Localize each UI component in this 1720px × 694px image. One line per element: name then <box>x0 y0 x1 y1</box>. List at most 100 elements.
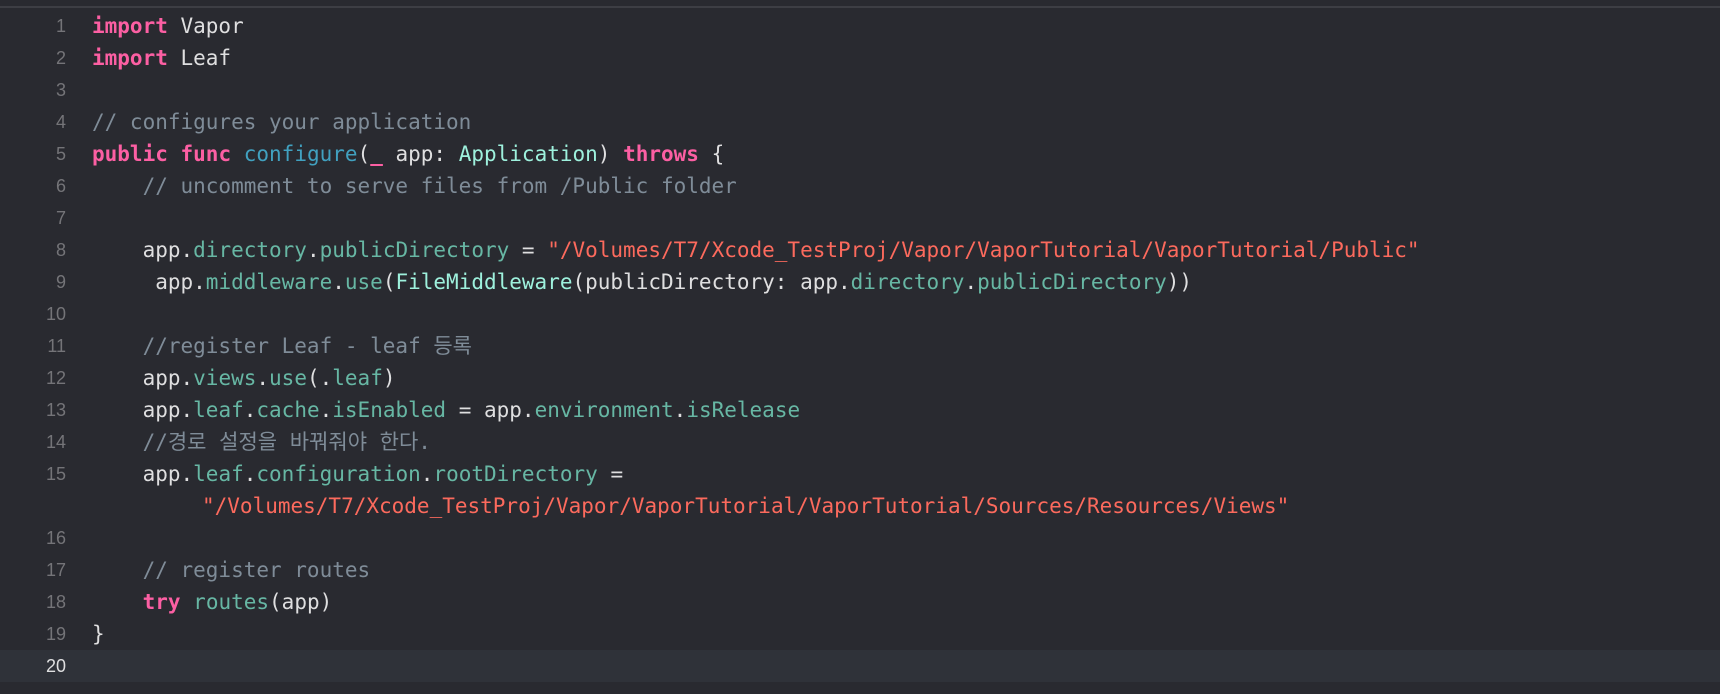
code-line[interactable]: 4 // configures your application <box>0 106 1720 138</box>
token-property: isEnabled <box>332 398 447 422</box>
current-code-line[interactable]: 20 <box>0 650 1720 682</box>
token-property: directory <box>193 238 307 262</box>
code-line[interactable]: 1 import Vapor <box>0 10 1720 42</box>
token-property: isRelease <box>686 398 801 422</box>
token-property: environment <box>534 398 674 422</box>
code-line[interactable]: 9 app.middleware.use(FileMiddleware(publ… <box>0 266 1720 298</box>
line-number: 16 <box>45 528 66 548</box>
code-area[interactable]: 1 import Vapor 2 import Leaf 3 4 // conf… <box>0 10 1720 682</box>
token-text: ) <box>382 366 396 390</box>
code-line[interactable]: 18 try routes(app) <box>0 586 1720 618</box>
line-number: 15 <box>45 464 66 484</box>
token-property: publicDirectory <box>977 270 1167 294</box>
token-keyword: _ <box>370 142 383 166</box>
token-string-wrapped: "/Volumes/T7/Xcode_TestProj/Vapor/VaporT… <box>202 494 1290 518</box>
token-comment: // configures your application <box>92 110 472 134</box>
token-property: leaf <box>193 398 244 422</box>
token-keyword: func <box>180 142 232 166</box>
token-text: . <box>332 270 345 294</box>
line-content[interactable]: import Leaf <box>92 42 231 74</box>
code-line[interactable]: 17 // register routes <box>0 554 1720 586</box>
code-line[interactable]: 3 <box>0 74 1720 106</box>
line-content[interactable]: app.leaf.cache.isEnabled = app.environme… <box>92 394 801 426</box>
token-comment: // uncomment to serve files from /Public… <box>92 174 737 198</box>
token-property: cache <box>256 398 320 422</box>
token-function-name: configure <box>243 142 358 166</box>
line-content[interactable]: app.views.use(.leaf) <box>92 362 396 394</box>
token-property: configuration <box>256 462 421 486</box>
line-number: 7 <box>55 208 66 228</box>
token-text: (. <box>306 366 333 390</box>
line-number: 9 <box>55 272 66 292</box>
token-text: = <box>509 238 548 262</box>
code-line[interactable]: 11 //register Leaf - leaf 등록 <box>0 330 1720 362</box>
token-text: app. <box>92 366 194 390</box>
token-comment: // register routes <box>92 558 371 582</box>
line-number: 17 <box>45 560 66 580</box>
token-property: leaf <box>193 462 244 486</box>
code-editor[interactable]: 1 import Vapor 2 import Leaf 3 4 // conf… <box>0 0 1720 694</box>
token-text: app. <box>92 238 194 262</box>
line-number: 5 <box>55 144 66 164</box>
line-content[interactable]: // register routes <box>92 554 371 586</box>
token-keyword: public <box>92 142 168 166</box>
code-line[interactable]: 13 app.leaf.cache.isEnabled = app.enviro… <box>0 394 1720 426</box>
line-number: 6 <box>55 176 66 196</box>
token-text: app. <box>92 462 194 486</box>
code-line[interactable]: 6 // uncomment to serve files from /Publ… <box>0 170 1720 202</box>
line-content[interactable]: app.leaf.configuration.rootDirectory = <box>92 458 624 490</box>
code-line[interactable]: 19 } <box>0 618 1720 650</box>
token-text: = app. <box>446 398 535 422</box>
line-number: 1 <box>55 16 66 36</box>
token-text: . <box>306 238 320 262</box>
token-text: . <box>319 398 333 422</box>
code-line[interactable]: 8 app.directory.publicDirectory = "/Volu… <box>0 234 1720 266</box>
line-number: 20 <box>45 656 66 676</box>
line-content[interactable]: try routes(app) <box>92 586 333 618</box>
line-number: 12 <box>45 368 66 388</box>
line-content[interactable]: app.middleware.use(FileMiddleware(public… <box>92 266 1192 298</box>
line-content[interactable]: } <box>92 618 105 650</box>
token-string: "/Volumes/T7/Xcode_TestProj/Vapor/VaporT… <box>547 238 1420 262</box>
token-text: ( <box>357 142 371 166</box>
token-property: leaf <box>332 366 383 390</box>
line-number: 11 <box>47 336 66 356</box>
token-text: Leaf <box>167 46 232 70</box>
token-comment: //register Leaf - leaf 등록 <box>92 334 473 358</box>
line-content[interactable]: public func configure(_ app: Application… <box>92 138 724 170</box>
code-line[interactable]: 16 <box>0 522 1720 554</box>
line-content[interactable]: //register Leaf - leaf 등록 <box>92 330 472 362</box>
token-text: . <box>256 366 270 390</box>
token-keyword: throws <box>623 142 699 166</box>
code-line[interactable]: 15 app.leaf.configuration.rootDirectory … <box>0 458 1720 522</box>
line-content[interactable]: //경로 설정을 바꿔줘야 한다. <box>92 426 431 458</box>
line-number: 18 <box>45 592 66 612</box>
token-text: } <box>92 622 105 646</box>
token-comment: //경로 설정을 바꿔줘야 한다. <box>92 430 431 454</box>
line-number: 2 <box>55 48 66 68</box>
code-line[interactable]: 10 <box>0 298 1720 330</box>
token-text: app. <box>92 270 206 294</box>
token-text: ) <box>597 142 624 166</box>
token-text: )) <box>1166 270 1193 294</box>
token-keyword: try <box>142 590 181 614</box>
token-text: = <box>597 462 624 486</box>
line-content[interactable]: app.directory.publicDirectory = "/Volume… <box>92 234 1420 266</box>
line-number: 14 <box>45 432 66 452</box>
code-line[interactable]: 12 app.views.use(.leaf) <box>0 362 1720 394</box>
token-text: app: <box>382 142 459 166</box>
code-line[interactable]: 14 //경로 설정을 바꿔줘야 한다. <box>0 426 1720 458</box>
line-number: 8 <box>55 240 66 260</box>
line-number: 13 <box>45 400 66 420</box>
token-type: FileMiddleware <box>395 270 573 294</box>
token-text: . <box>964 270 978 294</box>
line-content[interactable]: // configures your application <box>92 106 471 138</box>
code-line[interactable]: 2 import Leaf <box>0 42 1720 74</box>
token-method: use <box>269 366 307 390</box>
code-line[interactable]: 7 <box>0 202 1720 234</box>
token-text: (app) <box>269 590 333 614</box>
code-line[interactable]: 5 public func configure(_ app: Applicati… <box>0 138 1720 170</box>
line-content[interactable]: import Vapor <box>92 10 244 42</box>
line-content[interactable]: // uncomment to serve files from /Public… <box>92 170 737 202</box>
